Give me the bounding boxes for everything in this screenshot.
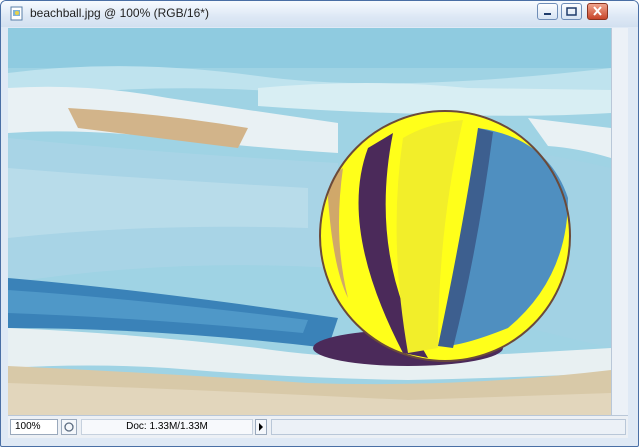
status-menu-icon[interactable] <box>61 419 77 435</box>
title-bar[interactable]: beachball.jpg @ 100% (RGB/16*) <box>1 1 638 27</box>
minimize-icon <box>544 13 551 15</box>
horizontal-scrollbar[interactable] <box>271 419 626 435</box>
vertical-scrollbar[interactable] <box>611 28 628 415</box>
close-icon <box>593 6 602 16</box>
document-info-icon <box>64 422 74 432</box>
status-bar: 100% Doc: 1.33M/1.33M <box>8 415 628 438</box>
restore-button[interactable] <box>561 3 582 20</box>
minimize-button[interactable] <box>537 3 558 20</box>
beachball-photo <box>8 28 611 415</box>
triangle-right-icon <box>259 423 263 431</box>
zoom-field[interactable]: 100% <box>10 419 58 435</box>
window-title: beachball.jpg @ 100% (RGB/16*) <box>30 6 209 20</box>
close-button[interactable] <box>587 3 608 20</box>
document-window: beachball.jpg @ 100% (RGB/16*) 100% Doc:… <box>0 0 639 447</box>
document-icon <box>10 6 23 21</box>
photo-canvas[interactable] <box>8 28 611 415</box>
restore-icon <box>566 7 577 16</box>
status-dropdown-button[interactable] <box>255 419 267 435</box>
document-size-info: Doc: 1.33M/1.33M <box>81 419 253 435</box>
